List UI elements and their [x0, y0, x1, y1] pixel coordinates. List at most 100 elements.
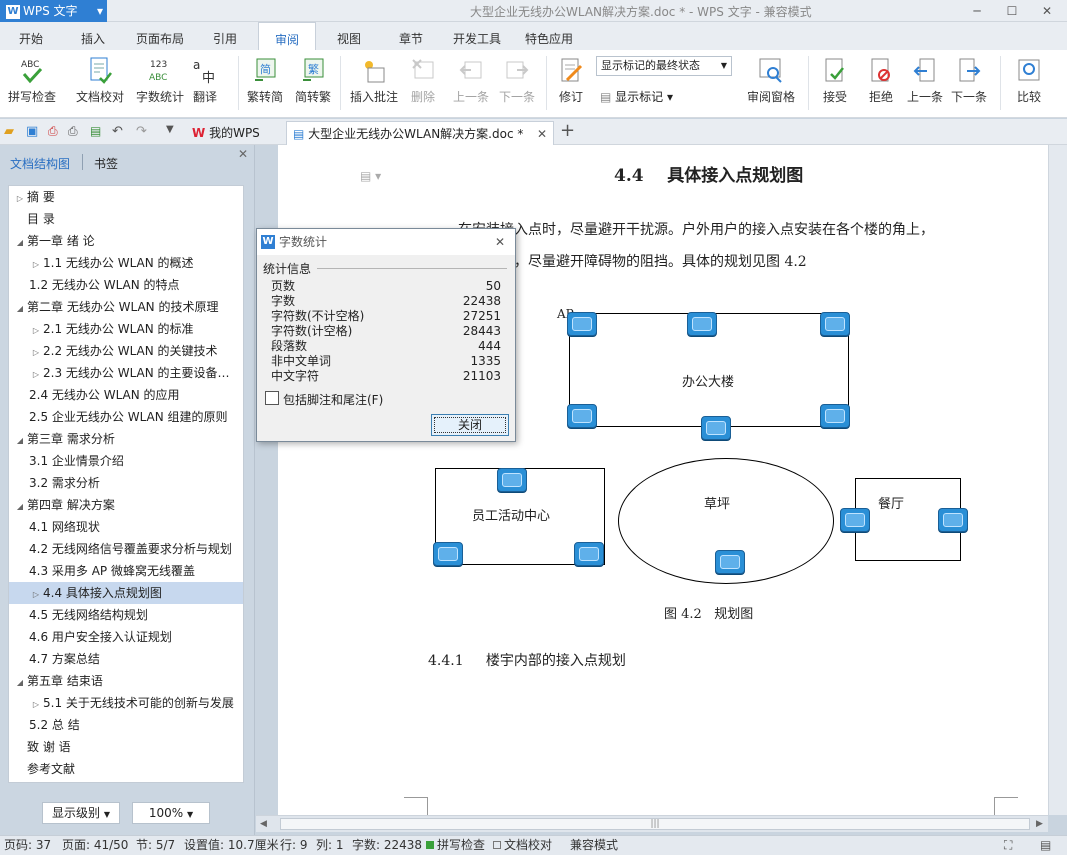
- nav-item[interactable]: ▷ 5.1 关于无线技术可能的创新与发展: [9, 692, 243, 714]
- collapse-arrow-icon[interactable]: ◢: [13, 672, 27, 692]
- prev-change-button[interactable]: 上一条: [902, 54, 948, 112]
- nav-item[interactable]: 4.3 采用多 AP 微蜂窝无线覆盖: [9, 560, 243, 582]
- undo-icon[interactable]: ↶: [112, 124, 128, 140]
- nav-item[interactable]: 4.6 用户安全接入认证规划: [9, 626, 243, 648]
- nav-item[interactable]: 目 录: [9, 208, 243, 230]
- collapse-arrow-icon[interactable]: ◢: [13, 298, 27, 318]
- status-doc-proofread[interactable]: 文档校对: [504, 836, 552, 855]
- tab-document-structure[interactable]: 文档结构图: [10, 155, 70, 172]
- show-markup-button[interactable]: ▤ 显示标记 ▾: [600, 88, 673, 105]
- insert-comment-button[interactable]: 插入批注: [344, 54, 404, 112]
- nav-item[interactable]: 5.2 总 结: [9, 714, 243, 736]
- nav-item[interactable]: ◢ 第三章 需求分析: [9, 428, 243, 450]
- nav-item[interactable]: 2.5 企业无线办公 WLAN 组建的原则: [9, 406, 243, 428]
- save-icon[interactable]: ▣: [26, 124, 42, 140]
- horizontal-scrollbar[interactable]: ◀ ||| ▶: [256, 815, 1048, 832]
- nav-item[interactable]: ▷ 2.1 无线办公 WLAN 的标准: [9, 318, 243, 340]
- nav-item[interactable]: ◢ 第五章 结束语: [9, 670, 243, 692]
- accept-button[interactable]: 接受: [812, 54, 858, 112]
- track-changes-button[interactable]: 修订: [548, 54, 594, 112]
- nav-item[interactable]: ▷ 4.4 具体接入点规划图: [9, 582, 243, 604]
- include-footnotes-checkbox[interactable]: [265, 391, 279, 405]
- tab-page-layout[interactable]: 页面布局: [128, 22, 192, 50]
- nav-item[interactable]: ▷ 2.3 无线办公 WLAN 的主要设备组成: [9, 362, 243, 384]
- app-menu-button[interactable]: W WPS 文字 ▾: [0, 0, 107, 22]
- collapse-arrow-icon[interactable]: ◢: [13, 232, 27, 252]
- nav-item[interactable]: 1.2 无线办公 WLAN 的特点: [9, 274, 243, 296]
- expand-arrow-icon[interactable]: ▷: [29, 584, 43, 604]
- expand-arrow-icon[interactable]: ▷: [29, 364, 43, 384]
- tab-bookmarks[interactable]: 书签: [94, 155, 118, 172]
- spell-check-button[interactable]: ABC 拼写检查: [2, 54, 62, 112]
- maximize-button[interactable]: ☐: [995, 0, 1029, 22]
- close-window-button[interactable]: ✕: [1030, 0, 1064, 22]
- expand-arrow-icon[interactable]: ▷: [29, 694, 43, 714]
- export-pdf-icon[interactable]: ⎙: [48, 124, 64, 140]
- nav-item[interactable]: ◢ 第一章 绪 论: [9, 230, 243, 252]
- nav-item[interactable]: ▷ 1.1 无线办公 WLAN 的概述: [9, 252, 243, 274]
- tab-document[interactable]: ▤ 大型企业无线办公WLAN解决方案.doc * ✕: [286, 121, 554, 145]
- status-word-count[interactable]: 字数: 22438: [352, 836, 422, 855]
- tab-special[interactable]: 特色应用: [518, 22, 580, 50]
- nav-item[interactable]: ◢ 第二章 无线办公 WLAN 的技术原理: [9, 296, 243, 318]
- nav-item[interactable]: 4.7 方案总结: [9, 648, 243, 670]
- nav-item[interactable]: 4.5 无线网络结构规划: [9, 604, 243, 626]
- markup-state-select[interactable]: 显示标记的最终状态 ▼: [596, 56, 732, 76]
- close-icon[interactable]: ✕: [495, 229, 505, 255]
- nav-item[interactable]: ▷ 摘 要: [9, 186, 243, 208]
- nav-item[interactable]: 4.1 网络现状: [9, 516, 243, 538]
- minimize-button[interactable]: ─: [960, 0, 994, 22]
- review-pane-button[interactable]: 审阅窗格: [738, 54, 804, 112]
- scroll-left-icon[interactable]: ◀: [260, 819, 267, 829]
- scrollbar-thumb[interactable]: |||: [280, 818, 1030, 830]
- tab-references[interactable]: 引用: [202, 22, 248, 50]
- close-tab-icon[interactable]: ✕: [537, 122, 547, 146]
- simp-to-trad-button[interactable]: 繁 简转繁: [288, 54, 338, 112]
- compare-button[interactable]: 比较: [1004, 54, 1054, 112]
- translate-button[interactable]: a中 翻译: [180, 54, 230, 112]
- nav-item[interactable]: 2.4 无线办公 WLAN 的应用: [9, 384, 243, 406]
- expand-arrow-icon[interactable]: ▷: [29, 320, 43, 340]
- show-level-select[interactable]: 显示级别 ▼: [42, 802, 120, 824]
- new-tab-button[interactable]: +: [560, 120, 575, 141]
- tab-my-wps[interactable]: W 我的WPS: [186, 121, 280, 145]
- tab-view[interactable]: 视图: [326, 22, 372, 50]
- scroll-right-icon[interactable]: ▶: [1036, 819, 1043, 829]
- nav-item[interactable]: ▷ 2.2 无线办公 WLAN 的关键技术: [9, 340, 243, 362]
- fullscreen-icon[interactable]: ⛶: [1004, 836, 1012, 855]
- delete-comment-button[interactable]: 删除: [398, 54, 448, 112]
- tab-chapter[interactable]: 章节: [388, 22, 434, 50]
- tab-review[interactable]: 审阅: [258, 22, 316, 50]
- status-spell-check[interactable]: 拼写检查: [437, 836, 485, 855]
- nav-item[interactable]: 3.1 企业情景介绍: [9, 450, 243, 472]
- vertical-scrollbar[interactable]: [1048, 145, 1067, 815]
- expand-arrow-icon[interactable]: ▷: [29, 254, 43, 274]
- trad-to-simp-button[interactable]: 简 繁转简: [240, 54, 290, 112]
- nav-item[interactable]: ◢ 第四章 解决方案: [9, 494, 243, 516]
- next-comment-button[interactable]: 下一条: [492, 54, 542, 112]
- nav-item[interactable]: 4.2 无线网络信号覆盖要求分析与规划: [9, 538, 243, 560]
- print-icon[interactable]: ⎙: [68, 124, 84, 140]
- tab-home[interactable]: 开始: [8, 22, 54, 50]
- nav-item[interactable]: 参考文献: [9, 758, 243, 780]
- collapse-arrow-icon[interactable]: ◢: [13, 430, 27, 450]
- nav-item[interactable]: 3.2 需求分析: [9, 472, 243, 494]
- expand-arrow-icon[interactable]: ▷: [29, 342, 43, 362]
- expand-arrow-icon[interactable]: ▷: [13, 188, 27, 208]
- redo-icon[interactable]: ↷: [136, 124, 152, 140]
- close-button[interactable]: 关闭: [431, 414, 509, 436]
- close-pane-icon[interactable]: ✕: [238, 147, 248, 161]
- print-preview-icon[interactable]: ▤: [90, 124, 106, 140]
- tab-insert[interactable]: 插入: [70, 22, 116, 50]
- dialog-title-bar[interactable]: W 字数统计 ✕: [257, 229, 515, 255]
- reject-button[interactable]: 拒绝: [858, 54, 904, 112]
- tab-developer[interactable]: 开发工具: [446, 22, 508, 50]
- zoom-select[interactable]: 100% ▼: [132, 802, 210, 824]
- chevron-down-icon[interactable]: ▼: [166, 124, 182, 140]
- doc-proofread-button[interactable]: 文档校对: [70, 54, 130, 112]
- paragraph-mark-icon[interactable]: ▤ ▾: [360, 169, 381, 183]
- reading-view-icon[interactable]: ▤: [1040, 836, 1051, 855]
- open-folder-icon[interactable]: ▰: [4, 124, 20, 140]
- previous-comment-button[interactable]: 上一条: [446, 54, 496, 112]
- nav-item[interactable]: 致 谢 语: [9, 736, 243, 758]
